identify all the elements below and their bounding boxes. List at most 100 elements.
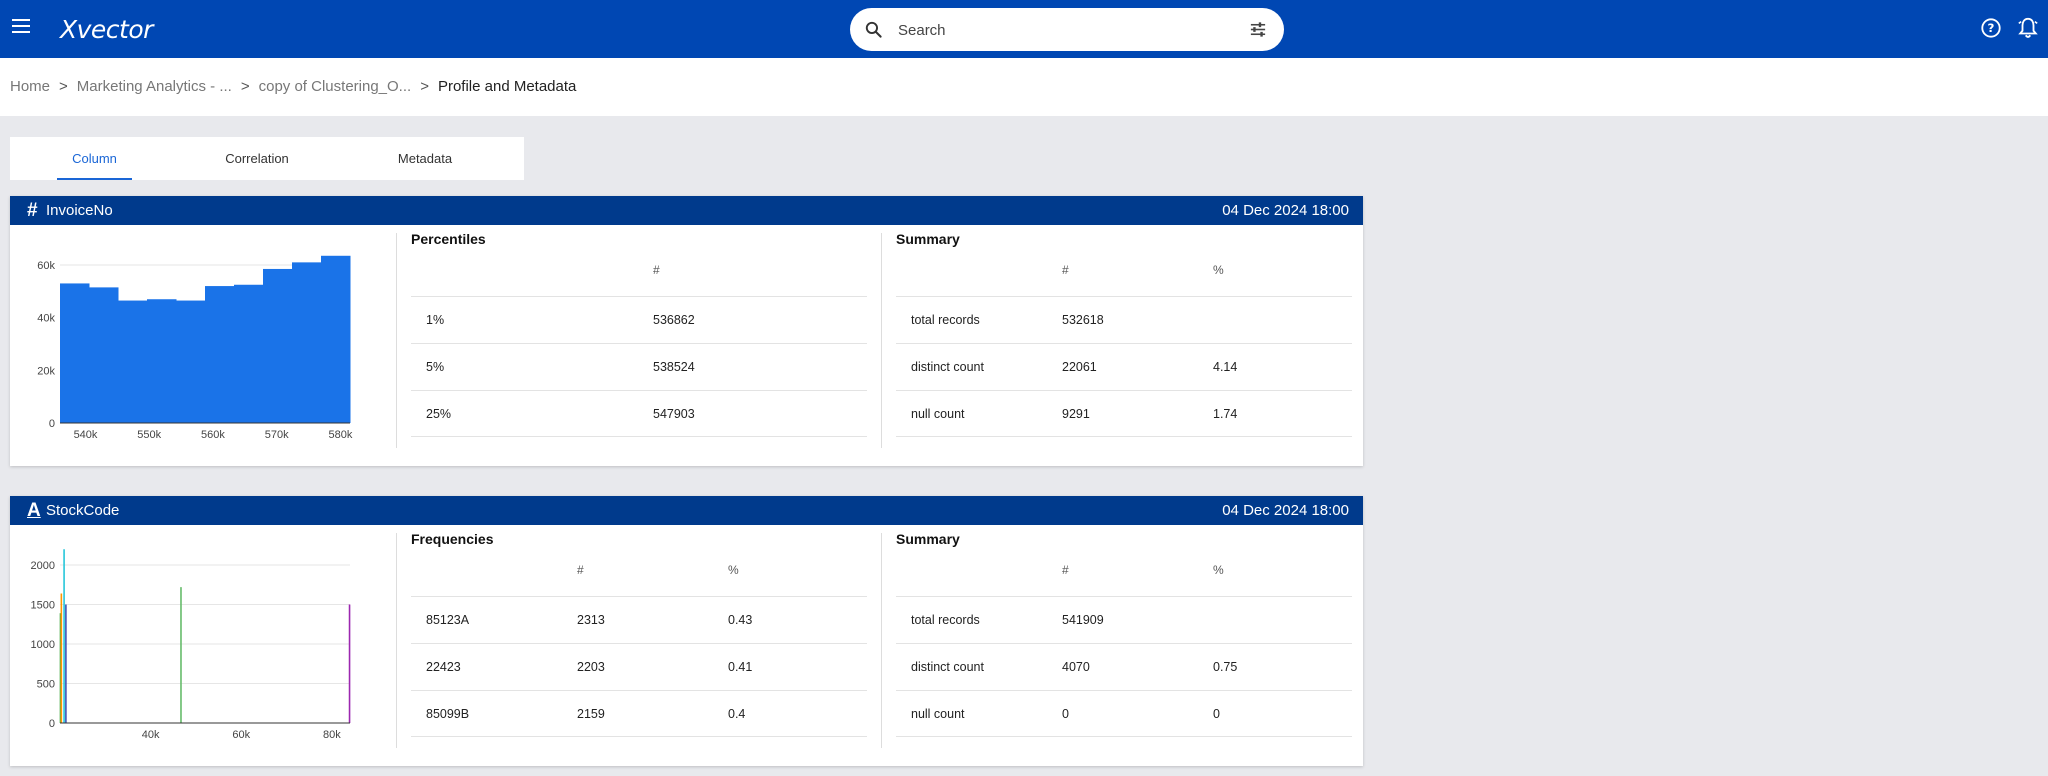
table-row: 22423 2203 0.41 <box>411 643 867 690</box>
breadcrumb-clustering[interactable]: copy of Clustering_O... <box>259 78 412 95</box>
summary-panel: Summary # % total records 532618 distinc… <box>896 225 1352 450</box>
breadcrumb: Home > Marketing Analytics - ... > copy of C… <box>10 78 577 95</box>
summary-count: 4070 <box>1062 660 1090 674</box>
percentile-label: 5% <box>426 360 445 374</box>
y-tick-label: 40k <box>37 313 55 325</box>
table-row: total records 532618 <box>896 296 1352 343</box>
histogram-svg: 0 20k 40k 60k 540k 550k 560k 570k 580k <box>37 255 353 441</box>
table-row: total records 541909 <box>896 596 1352 643</box>
histogram-bar <box>263 268 293 423</box>
frequency-count: 2159 <box>577 707 605 721</box>
tab-bar: Column Stats Correlation Metadata <box>10 137 524 209</box>
y-tick-label: 0 <box>49 718 55 730</box>
search-box[interactable] <box>850 8 1284 51</box>
app-logo[interactable]: Xvector <box>60 15 153 44</box>
table-row: null count 0 0 <box>896 690 1352 737</box>
divider <box>881 533 882 748</box>
histogram-bar <box>147 299 177 423</box>
summary-label: distinct count <box>911 660 984 674</box>
histogram-bar <box>89 287 119 423</box>
breadcrumb-marketing-analytics[interactable]: Marketing Analytics - ... <box>77 78 232 95</box>
table-row: null count 9291 1.74 <box>896 390 1352 437</box>
summary-label: distinct count <box>911 360 984 374</box>
notification-bell-icon[interactable] <box>2017 16 2039 40</box>
percentile-label: 25% <box>426 407 452 421</box>
summary-count: 9291 <box>1062 407 1090 421</box>
summary-count: 532618 <box>1062 313 1104 327</box>
profile-date: 04 Dec 2024 18:00 <box>1222 502 1349 519</box>
table-row: 5% 538524 <box>411 343 867 390</box>
frequency-value: 85123A <box>426 613 470 627</box>
histogram-bar <box>292 262 322 423</box>
x-tick-label: 560k <box>201 429 225 441</box>
frequency-count: 2203 <box>577 660 605 674</box>
percentile-value: 538524 <box>653 360 695 374</box>
col-header-count: # <box>653 263 660 277</box>
histogram-bar <box>60 283 90 423</box>
summary-count: 0 <box>1062 707 1069 721</box>
x-tick-label: 80k <box>323 729 341 741</box>
summary-count: 541909 <box>1062 613 1104 627</box>
table-row: 1% 536862 <box>411 296 867 343</box>
breadcrumb-bar: Home > Marketing Analytics - ... > copy of C… <box>0 58 2048 116</box>
summary-percent: 0 <box>1213 707 1220 721</box>
percentile-value: 536862 <box>653 313 695 327</box>
summary-count: 22061 <box>1062 360 1097 374</box>
column-name: InvoiceNo <box>46 202 113 219</box>
y-tick-label: 60k <box>37 260 55 272</box>
col-header-count: # <box>1062 563 1069 577</box>
tab-column-stats[interactable]: Column Stats <box>57 137 132 209</box>
column-card-invoiceno: # InvoiceNo 04 Dec 2024 18:00 0 20k 40k 60k… <box>10 196 1363 466</box>
summary-percent: 4.14 <box>1213 360 1238 374</box>
breadcrumb-home[interactable]: Home <box>10 78 50 95</box>
panel-title: Percentiles <box>411 231 486 247</box>
summary-percent: 1.74 <box>1213 407 1238 421</box>
panel-title: Summary <box>896 231 960 247</box>
summary-percent: 0.75 <box>1213 660 1238 674</box>
table-row: 85099B 2159 0.4 <box>411 690 867 737</box>
search-input[interactable] <box>898 19 1218 41</box>
frequencies-panel: Frequencies # % 85123A 2313 0.43 22423 2… <box>411 525 867 750</box>
y-tick-label: 0 <box>49 418 55 430</box>
frequency-percent: 0.4 <box>728 707 746 721</box>
top-bar: Xvector ? <box>0 0 2048 58</box>
y-tick-label: 500 <box>37 679 55 691</box>
frequency-percent: 0.41 <box>728 660 753 674</box>
percentile-label: 1% <box>426 313 445 327</box>
text-type-icon: A <box>27 500 41 521</box>
table-row: 85123A 2313 0.43 <box>411 596 867 643</box>
filter-settings-icon[interactable] <box>1248 20 1268 39</box>
column-name: StockCode <box>46 502 120 519</box>
frequency-value: 22423 <box>426 660 461 674</box>
panel-title: Summary <box>896 531 960 547</box>
histogram-bar <box>234 284 264 423</box>
percentiles-panel: Percentiles # 1% 536862 5% 538524 25% 54… <box>411 225 867 450</box>
table-row: distinct count 4070 0.75 <box>896 643 1352 690</box>
x-tick-label: 550k <box>137 429 161 441</box>
col-header-percent: % <box>1213 563 1224 577</box>
frequency-value: 85099B <box>426 707 470 721</box>
divider <box>881 233 882 448</box>
tab-correlation[interactable]: Correlation <box>210 137 304 180</box>
tab-metadata[interactable]: Metadata <box>383 137 467 180</box>
divider <box>396 233 397 448</box>
histogram-bar <box>321 255 351 423</box>
search-icon <box>865 21 882 38</box>
panel-title: Frequencies <box>411 531 494 547</box>
svg-text:?: ? <box>1988 21 1995 35</box>
frequency-svg: 0 500 1000 1500 2000 40k 60k 80k <box>31 549 351 741</box>
col-header-percent: % <box>728 563 739 577</box>
help-icon[interactable]: ? <box>1980 17 2002 39</box>
x-tick-label: 540k <box>74 429 98 441</box>
histogram-bar <box>176 300 206 423</box>
summary-panel: Summary # % total records 541909 distinc… <box>896 525 1352 750</box>
column-card-stockcode: A StockCode 04 Dec 2024 18:00 0 500 1000 15… <box>10 496 1363 766</box>
y-tick-label: 1000 <box>31 639 55 651</box>
table-row: 25% 547903 <box>411 390 867 437</box>
card-header: # InvoiceNo 04 Dec 2024 18:00 <box>10 196 1363 225</box>
y-tick-label: 20k <box>37 365 55 377</box>
col-header-count: # <box>1062 263 1069 277</box>
menu-icon[interactable] <box>12 19 30 35</box>
percentile-value: 547903 <box>653 407 695 421</box>
x-tick-label: 570k <box>265 429 289 441</box>
